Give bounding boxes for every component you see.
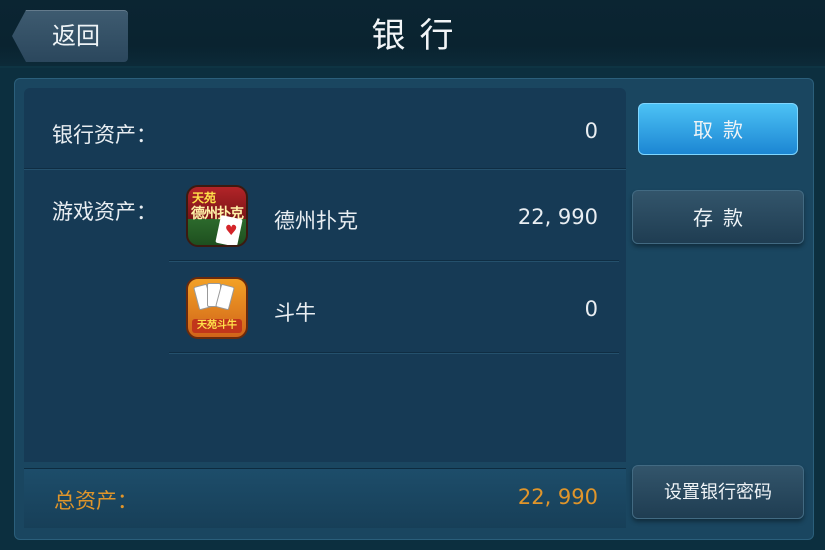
total-assets-bar: 总资产： 22, 990 [24, 468, 626, 528]
bank-assets-value: 0 [584, 119, 598, 143]
page-title: 银行 [371, 16, 468, 56]
assets-panel: 银行资产： 0 游戏资产： 天苑 德州扑克 ♥ 德州扑克 22, 990 天苑斗… [24, 88, 626, 462]
divider [169, 260, 619, 261]
game-value-douniu: 0 [584, 297, 598, 321]
divider [169, 352, 619, 353]
bank-assets-label: 银行资产： [52, 123, 157, 147]
top-bar: 返回 银行 [0, 0, 825, 68]
divider [24, 168, 626, 169]
set-bank-password-button[interactable]: 设置银行密码 [632, 465, 804, 519]
douniu-brand-label: 天苑斗牛 [192, 319, 242, 333]
game-name-douniu: 斗牛 [274, 301, 316, 325]
game-name-texas-poker: 德州扑克 [274, 209, 358, 233]
total-assets-label: 总资产： [54, 489, 138, 513]
game-value-texas-poker: 22, 990 [517, 205, 598, 229]
douniu-icon: 天苑斗牛 [186, 277, 248, 339]
texas-poker-icon: 天苑 德州扑克 ♥ [186, 185, 248, 247]
deposit-button[interactable]: 存款 [632, 190, 804, 244]
total-assets-value: 22, 990 [517, 485, 598, 509]
heart-icon: ♥ [225, 223, 238, 239]
game-assets-label: 游戏资产： [52, 200, 157, 224]
withdraw-button[interactable]: 取款 [638, 103, 798, 155]
